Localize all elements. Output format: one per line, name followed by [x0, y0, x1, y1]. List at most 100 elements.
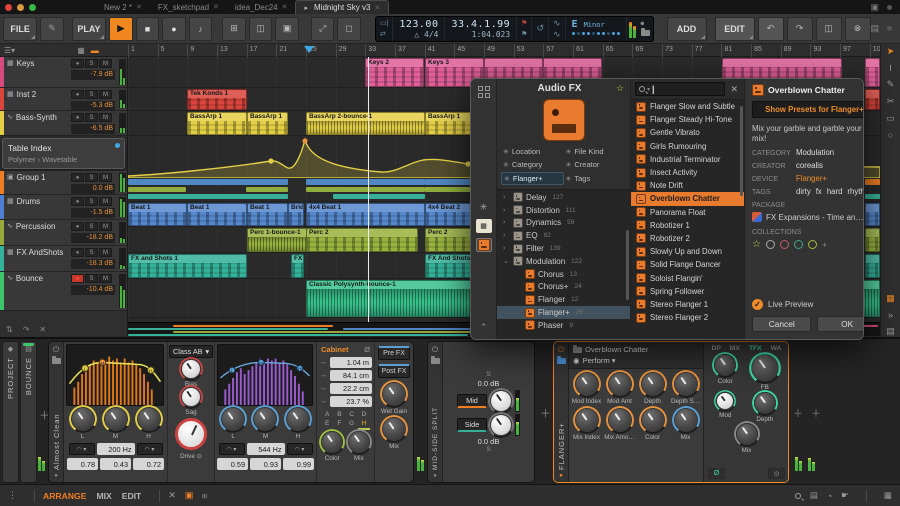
- file-icon[interactable]: ▤: [810, 490, 818, 501]
- clip[interactable]: [865, 228, 880, 252]
- play-button[interactable]: ▶: [109, 16, 133, 41]
- delete-icon[interactable]: ⊗: [844, 16, 871, 41]
- side-chain-button[interactable]: Side: [457, 418, 487, 432]
- preset-row[interactable]: Insect Activity: [631, 166, 744, 179]
- eraser-tool-icon[interactable]: ▭: [886, 113, 895, 124]
- device-folder-icon[interactable]: [430, 356, 440, 364]
- source-everything-icon[interactable]: ✳: [476, 200, 492, 214]
- package-name[interactable]: FX Expansions - Time an…: [766, 213, 863, 222]
- solo-button[interactable]: S: [85, 222, 98, 231]
- track-name[interactable]: Group 1: [17, 173, 46, 182]
- collection-circle-icon[interactable]: [765, 240, 775, 249]
- clip[interactable]: Tek Konds 1: [187, 89, 247, 110]
- track-row[interactable]: ▦ Inst 2 ● S M -5.3 dB: [0, 88, 127, 111]
- cue-marker-icon[interactable]: [304, 46, 314, 53]
- expander-tab[interactable]: DP: [711, 345, 720, 352]
- project-tab[interactable]: New 2 * ✕: [96, 0, 150, 14]
- tag[interactable]: dirty: [796, 187, 811, 196]
- preset-scrollbar[interactable]: [740, 106, 743, 196]
- preset-row[interactable]: Industrial Terminator: [631, 153, 744, 166]
- track-row[interactable]: ∿ Bass-Synth ● S M -6.5 dB: [0, 111, 127, 136]
- maximize-window-icon[interactable]: [29, 3, 36, 11]
- track-name[interactable]: Keys: [17, 59, 35, 68]
- low-slope-select[interactable]: ◠ ▾: [218, 443, 245, 455]
- metronome-icon[interactable]: △: [414, 30, 424, 39]
- track-name[interactable]: Inst 2: [17, 90, 37, 99]
- filter-item[interactable]: ✳ Category: [501, 159, 564, 170]
- stereo-mode-button[interactable]: ⊙: [768, 468, 785, 479]
- automation-follow-icon[interactable]: ∿: [553, 18, 561, 29]
- tree-row[interactable]: Flanger+ 26: [497, 306, 630, 319]
- track-volume[interactable]: -18.3 dB: [71, 259, 115, 269]
- time-signature[interactable]: △ 4/4: [399, 30, 438, 39]
- add-device-end-icons[interactable]: ＋＋: [793, 405, 829, 420]
- group-clip-strip[interactable]: [128, 179, 288, 185]
- device-folder-icon[interactable]: [51, 356, 61, 364]
- minimize-window-icon[interactable]: [17, 3, 24, 11]
- playhead[interactable]: [368, 57, 369, 322]
- mute-button[interactable]: M: [99, 197, 112, 206]
- ok-button[interactable]: OK: [817, 316, 863, 332]
- knife-tool-icon[interactable]: ✂: [887, 96, 895, 107]
- band-value-field[interactable]: 0.72: [133, 458, 164, 470]
- clip[interactable]: Perc 2: [306, 228, 418, 252]
- stop-button[interactable]: ■: [135, 16, 160, 41]
- track-volume[interactable]: -18.2 dB: [71, 233, 115, 243]
- project-folder-icon[interactable]: [640, 27, 650, 38]
- close-tab-icon[interactable]: ✕: [282, 3, 288, 11]
- tag[interactable]: hard: [827, 187, 843, 196]
- tempo-section[interactable]: 123.00 △ 4/4: [393, 16, 446, 41]
- mid-chain-button[interactable]: Mid: [457, 394, 487, 408]
- clip[interactable]: BassArp 1: [187, 112, 247, 135]
- track-volume[interactable]: -6.5 dB: [71, 124, 115, 134]
- device-preset-name[interactable]: Overblown Chatter: [585, 345, 648, 354]
- position-section[interactable]: 33.4.1.99 1:04.023: [445, 16, 518, 41]
- category-value[interactable]: Modulation: [796, 148, 834, 157]
- device-options-icon[interactable]: ●: [433, 473, 437, 479]
- tree-row[interactable]: Phaser 9: [497, 319, 630, 332]
- high-slope-select[interactable]: ◠ ▾: [286, 443, 313, 455]
- mute-button[interactable]: M: [99, 274, 112, 283]
- playhead-time[interactable]: 1:04.023: [451, 30, 511, 39]
- spectrum-display[interactable]: L M H: [217, 344, 313, 406]
- expander-tab[interactable]: WA: [771, 345, 782, 352]
- automation-icons[interactable]: ∿ ∿: [549, 16, 566, 41]
- clip[interactable]: Bridge: [288, 203, 304, 226]
- cabinet-value-field[interactable]: 84.1 cm: [330, 370, 372, 381]
- preset-row[interactable]: Robotizer 1: [631, 219, 744, 232]
- add-track-icon[interactable]: ⊞: [222, 16, 246, 41]
- display-profile-icon[interactable]: ▣: [870, 2, 879, 13]
- zoom-fit-icon[interactable]: ⤢: [310, 16, 335, 41]
- preset-row[interactable]: Soloist Flangin': [631, 271, 744, 284]
- solo-button[interactable]: S: [85, 274, 98, 283]
- mute-button[interactable]: M: [99, 90, 112, 99]
- group-clip-strip[interactable]: [306, 179, 425, 185]
- mute-button[interactable]: M: [99, 173, 112, 182]
- clip[interactable]: Beat 1: [187, 203, 247, 226]
- collection-circle-icon[interactable]: [793, 240, 803, 249]
- view-mode-button[interactable]: EDIT: [122, 491, 142, 501]
- favorite-collection-icon[interactable]: ☆: [752, 239, 761, 250]
- flanger-knob[interactable]: [674, 373, 697, 395]
- device-value[interactable]: Flanger+: [796, 174, 827, 183]
- record-arm-button[interactable]: ●: [71, 197, 84, 206]
- browser-grid-icon[interactable]: [476, 85, 492, 99]
- shuffle-icon[interactable]: ⇄: [380, 30, 388, 38]
- device-power-icon[interactable]: ⏻: [432, 345, 438, 355]
- project-tab[interactable]: idea_Dec24 ✕: [227, 0, 296, 14]
- preset-row[interactable]: Overblown Chatter: [631, 192, 744, 206]
- device-folder-icon[interactable]: [556, 356, 566, 364]
- clip[interactable]: [865, 58, 880, 87]
- pre-fx-button[interactable]: Pre FX: [378, 346, 410, 360]
- clip[interactable]: Beat 1: [128, 203, 187, 226]
- record-arm-button[interactable]: ●: [71, 222, 84, 231]
- search-dropdown-icon[interactable]: ▾: [647, 86, 650, 93]
- tfx-mix-knob[interactable]: [736, 424, 757, 444]
- chevron-icon[interactable]: ›: [503, 232, 510, 239]
- mid-gain-value[interactable]: 0.0 dB: [445, 379, 532, 388]
- duplicate-icon[interactable]: ◫: [815, 16, 842, 41]
- tag[interactable]: rhythmic: [847, 187, 863, 196]
- device-name[interactable]: FLANGER+: [557, 367, 566, 470]
- flanger-knob[interactable]: [575, 373, 598, 395]
- search-icon[interactable]: [794, 492, 801, 499]
